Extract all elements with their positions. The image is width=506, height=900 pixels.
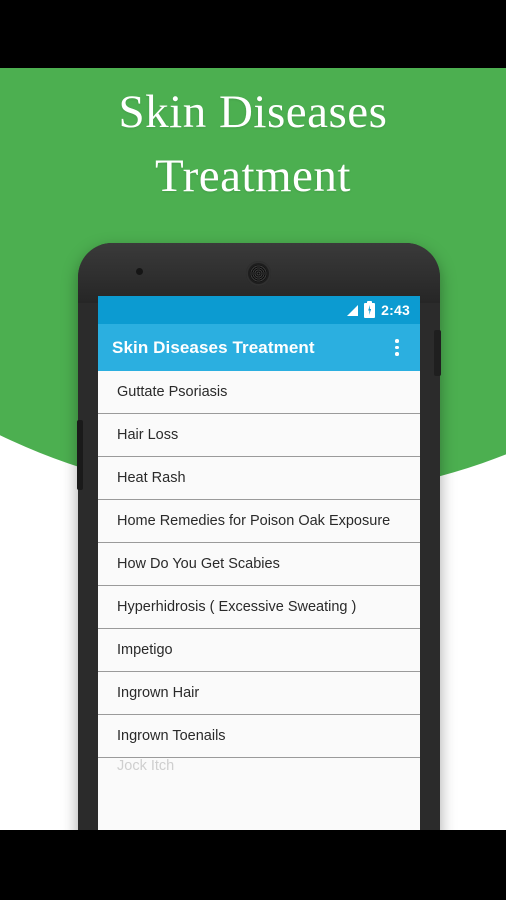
overflow-menu-icon[interactable] xyxy=(386,333,408,363)
list-item-label: Guttate Psoriasis xyxy=(117,384,228,400)
list-item-label: Ingrown Hair xyxy=(117,685,200,701)
status-bar-time: 2:43 xyxy=(381,302,410,318)
letterbox-top xyxy=(0,0,506,68)
list-item[interactable]: Home Remedies for Poison Oak Exposure xyxy=(98,500,420,543)
overflow-dot xyxy=(395,352,399,356)
app-bar: Skin Diseases Treatment xyxy=(98,324,420,371)
app-bar-title: Skin Diseases Treatment xyxy=(112,337,315,357)
list-item-label: Hair Loss xyxy=(117,427,179,443)
list-item-label: Hyperhidrosis ( Excessive Sweating ) xyxy=(117,599,357,615)
list-item-label: Ingrown Toenails xyxy=(117,728,226,744)
list-item-label: Home Remedies for Poison Oak Exposure xyxy=(117,513,391,529)
signal-icon xyxy=(347,304,359,316)
earpiece-speaker-icon xyxy=(246,261,271,286)
list-item[interactable]: Guttate Psoriasis xyxy=(98,371,420,414)
screenshot-root: Skin Diseases Treatment 2:43 Skin Diseas… xyxy=(0,0,506,900)
list-item-label: Jock Itch xyxy=(117,758,175,774)
list-item[interactable]: Heat Rash xyxy=(98,457,420,500)
status-bar: 2:43 xyxy=(98,296,420,324)
overflow-dot xyxy=(395,339,399,343)
list-item-partial[interactable]: Jock Itch xyxy=(98,758,420,801)
list-item[interactable]: Ingrown Toenails xyxy=(98,715,420,758)
volume-button[interactable] xyxy=(77,420,83,490)
front-camera-icon xyxy=(136,268,143,275)
list-item[interactable]: How Do You Get Scabies xyxy=(98,543,420,586)
list-item[interactable]: Hyperhidrosis ( Excessive Sweating ) xyxy=(98,586,420,629)
list-item[interactable]: Hair Loss xyxy=(98,414,420,457)
list-item-label: Impetigo xyxy=(117,642,173,658)
phone-screen: 2:43 Skin Diseases Treatment Guttate Pso… xyxy=(98,296,420,830)
letterbox-bottom xyxy=(0,830,506,900)
page-title: Skin Diseases Treatment xyxy=(118,86,388,202)
battery-charging-icon xyxy=(364,300,376,318)
power-button[interactable] xyxy=(434,330,441,376)
list-item-label: How Do You Get Scabies xyxy=(117,556,280,572)
list-item-label: Heat Rash xyxy=(117,470,186,486)
overflow-dot xyxy=(395,345,399,350)
list-item[interactable]: Impetigo xyxy=(98,629,420,672)
disease-list[interactable]: Guttate Psoriasis Hair Loss Heat Rash Home … xyxy=(98,371,420,830)
list-item[interactable]: Ingrown Hair xyxy=(98,672,420,715)
